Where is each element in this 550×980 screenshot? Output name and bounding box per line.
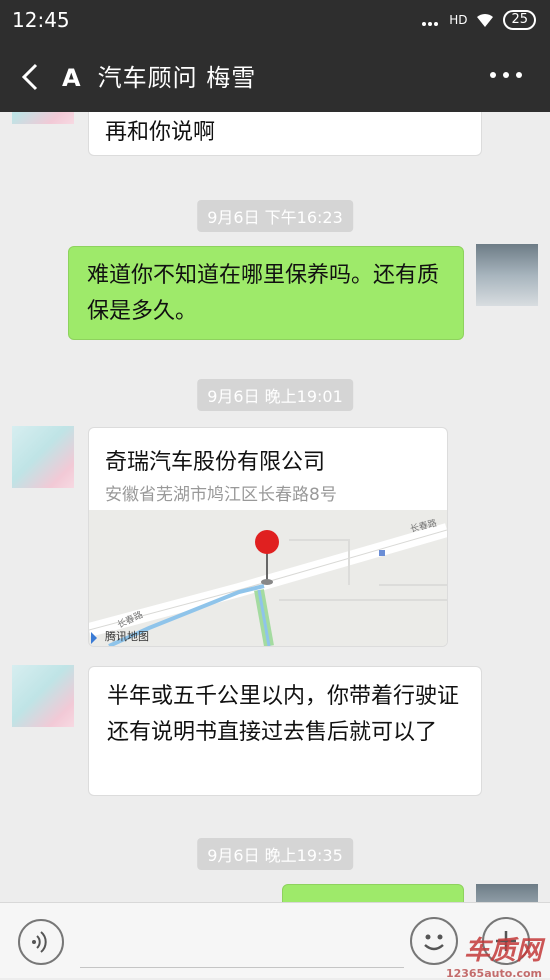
signal-icon (422, 22, 439, 26)
my-avatar[interactable] (476, 884, 538, 902)
map-graphic: 长春路 长春路 腾讯地图 (89, 510, 447, 646)
more-icon[interactable] (490, 72, 522, 78)
location-name: 奇瑞汽车股份有限公司 (105, 450, 326, 475)
location-message[interactable]: 奇瑞汽车股份有限公司 安徽省芜湖市鸠江区长春路8号 长春路 长春路 腾讯地图 (88, 427, 448, 647)
back-arrow-icon[interactable] (18, 62, 40, 92)
location-address: 安徽省芜湖市鸠江区长春路8号 (105, 485, 337, 505)
battery-icon: 25 (503, 10, 536, 30)
wifi-icon (477, 13, 494, 27)
contact-avatar[interactable] (12, 112, 74, 124)
contact-avatar[interactable] (12, 426, 74, 488)
sent-message[interactable] (282, 884, 464, 902)
map-pin-icon (255, 530, 279, 554)
message-text: 再和你说啊 (105, 120, 216, 145)
my-avatar[interactable] (476, 244, 538, 306)
contact-name: 汽车顾问 梅雪 (97, 64, 257, 92)
watermark-brand: 车质网 (463, 936, 542, 966)
status-icons: HD 25 (421, 10, 536, 30)
chat-title: A 汽车顾问 梅雪 (62, 58, 256, 93)
voice-icon[interactable] (18, 919, 64, 965)
message-list[interactable]: 再和你说啊 9月6日 下午16:23 难道你不知道在哪里保养吗。还有质保是多久。… (0, 112, 550, 902)
sent-message[interactable]: 难道你不知道在哪里保养吗。还有质保是多久。 (68, 246, 464, 340)
network-label: HD (449, 13, 468, 27)
message-text: 半年或五千公里以内，你带着行驶证还有说明书直接过去售后就可以了 (107, 684, 460, 745)
received-message[interactable]: 半年或五千公里以内，你带着行驶证还有说明书直接过去售后就可以了 (88, 666, 482, 796)
status-time: 12:45 (12, 8, 70, 32)
message-input[interactable] (80, 913, 404, 968)
watermark-url: 12365auto.com (445, 967, 542, 980)
contact-avatar[interactable] (12, 665, 74, 727)
map-brand: 腾讯地图 (105, 629, 149, 643)
timestamp: 9月6日 晚上19:35 (197, 838, 353, 870)
message-text: 难道你不知道在哪里保养吗。还有质保是多久。 (87, 263, 440, 324)
received-message[interactable]: 再和你说啊 (88, 112, 482, 156)
timestamp: 9月6日 下午16:23 (197, 200, 353, 232)
status-bar: 12:45 HD 25 (0, 0, 550, 40)
chat-header: A 汽车顾问 梅雪 (0, 40, 550, 112)
back-label[interactable]: A (62, 64, 82, 92)
timestamp: 9月6日 晚上19:01 (197, 379, 353, 411)
watermark: 车质网 12365auto.com (446, 930, 542, 980)
location-map[interactable]: 长春路 长春路 腾讯地图 (89, 510, 447, 646)
